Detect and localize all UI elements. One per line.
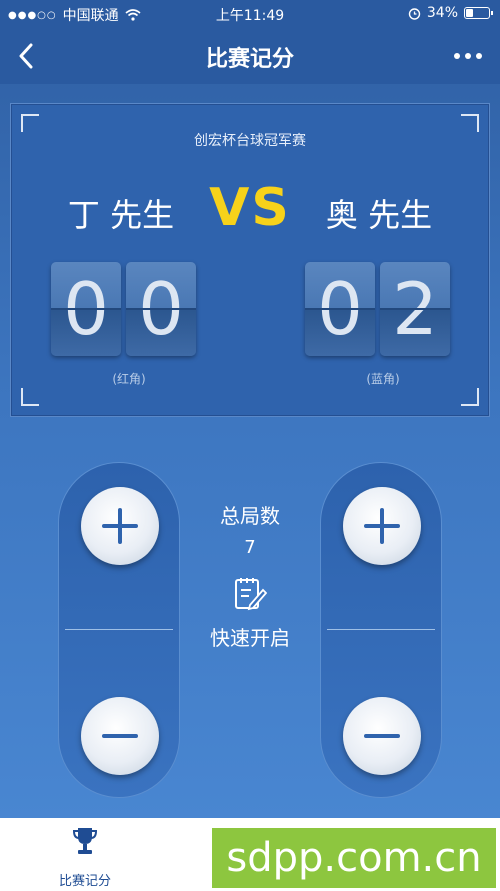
center-info: 总局数 7 快速开启 xyxy=(180,500,320,651)
watermark: sdpp.com.cn xyxy=(212,828,496,888)
divider xyxy=(65,629,173,630)
tab-scoring[interactable]: 比赛记分 xyxy=(40,826,130,889)
right-score: 0 2 xyxy=(305,262,450,356)
plus-icon xyxy=(364,508,400,544)
score-digit: 2 xyxy=(380,262,450,356)
minus-icon xyxy=(102,734,138,738)
plus-icon xyxy=(102,508,138,544)
score-digit: 0 xyxy=(305,262,375,356)
minus-icon xyxy=(364,734,400,738)
page-title: 比赛记分 xyxy=(205,47,294,72)
more-button[interactable] xyxy=(450,42,486,70)
right-side-label: (蓝角) xyxy=(366,372,400,386)
total-rounds-label: 总局数 xyxy=(220,504,280,528)
trophy-icon xyxy=(72,828,98,854)
right-player-name: 奥 先生 xyxy=(325,196,433,234)
scoreboard: 创宏杯台球冠军赛 丁 先生 VS 奥 先生 0 0 0 2 (红角) (蓝角) xyxy=(10,103,490,417)
battery-percent: 34% xyxy=(426,5,458,21)
corner-mark xyxy=(461,388,479,406)
right-score-control xyxy=(320,462,442,798)
left-score: 0 0 xyxy=(51,262,196,356)
score-digit: 0 xyxy=(51,262,121,356)
battery-icon xyxy=(464,7,493,19)
left-plus-button[interactable] xyxy=(81,487,159,565)
match-title: 创宏杯台球冠军赛 xyxy=(194,133,306,149)
more-dot-icon xyxy=(454,53,460,59)
divider xyxy=(327,629,435,630)
tab-label: 比赛记分 xyxy=(58,874,111,889)
status-bar: ●●●○○ 中国联通 上午11:49 34% xyxy=(0,0,500,28)
score-digit: 0 xyxy=(126,262,196,356)
total-rounds-value[interactable]: 7 xyxy=(180,537,320,558)
status-right: 34% xyxy=(408,5,493,21)
more-dot-icon xyxy=(476,53,482,59)
right-minus-button[interactable] xyxy=(343,697,421,775)
edit-note-icon xyxy=(235,578,268,611)
nav-bar: 比赛记分 xyxy=(0,28,500,84)
left-score-control xyxy=(58,462,180,798)
left-minus-button[interactable] xyxy=(81,697,159,775)
more-dot-icon xyxy=(465,53,471,59)
quick-start-button[interactable]: 快速开启 xyxy=(180,558,320,651)
quick-start-label: 快速开启 xyxy=(210,626,290,650)
left-side-label: (红角) xyxy=(112,372,146,386)
right-plus-button[interactable] xyxy=(343,487,421,565)
battery-fill xyxy=(466,9,473,17)
alarm-icon xyxy=(408,7,421,20)
corner-mark xyxy=(21,388,39,406)
